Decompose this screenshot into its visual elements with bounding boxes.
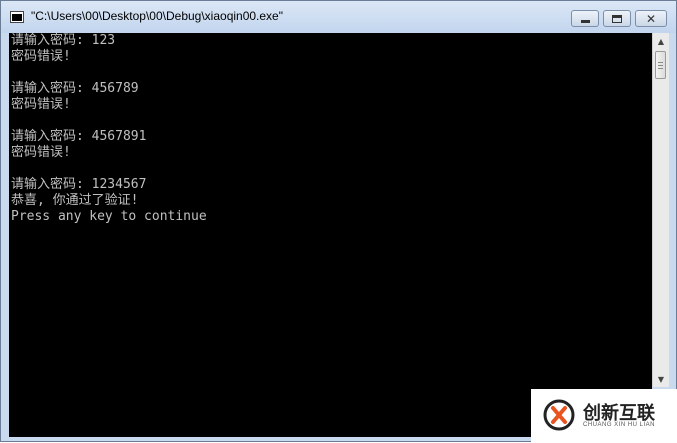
- console-line: 请输入密码: 1234567: [11, 177, 147, 192]
- grip-line: [658, 62, 663, 63]
- minimize-icon: [580, 20, 590, 23]
- title-bar[interactable]: "C:\Users\00\Desktop\00\Debug\xiaoqin00.…: [1, 1, 676, 33]
- console-line: 密码错误!: [11, 49, 71, 64]
- window-title: "C:\Users\00\Desktop\00\Debug\xiaoqin00.…: [31, 9, 283, 23]
- scroll-down-icon[interactable]: ▼: [653, 371, 669, 387]
- console-line: 请输入密码: 123: [11, 33, 116, 48]
- watermark: 创新互联 CHUANG XIN HU LIAN: [531, 389, 677, 443]
- scroll-thumb[interactable]: [655, 51, 666, 79]
- maximize-icon: [612, 14, 622, 23]
- scroll-up-icon[interactable]: ▲: [653, 33, 669, 49]
- console-line: 密码错误!: [11, 97, 71, 112]
- grip-line: [658, 68, 663, 69]
- watermark-subtext: CHUANG XIN HU LIAN: [583, 422, 656, 428]
- vertical-scrollbar[interactable]: ▲ ▼: [652, 33, 669, 387]
- logo-icon: [543, 399, 575, 431]
- close-button[interactable]: ✕: [635, 10, 667, 27]
- console-app-icon[interactable]: [10, 11, 24, 23]
- maximize-button[interactable]: [603, 10, 631, 27]
- console-line: 恭喜, 你通过了验证!: [11, 193, 139, 208]
- console-line: 请输入密码: 456789: [11, 81, 139, 96]
- console-output[interactable]: 请输入密码: 123 密码错误! 请输入密码: 456789 密码错误! 请输入…: [9, 33, 652, 437]
- console-line: 请输入密码: 4567891: [11, 129, 147, 144]
- grip-line: [658, 65, 663, 66]
- console-line: Press any key to continue: [11, 209, 207, 224]
- console-line: 密码错误!: [11, 145, 71, 160]
- close-icon: ✕: [645, 11, 657, 26]
- minimize-button[interactable]: [571, 10, 599, 27]
- console-window: "C:\Users\00\Desktop\00\Debug\xiaoqin00.…: [0, 0, 677, 443]
